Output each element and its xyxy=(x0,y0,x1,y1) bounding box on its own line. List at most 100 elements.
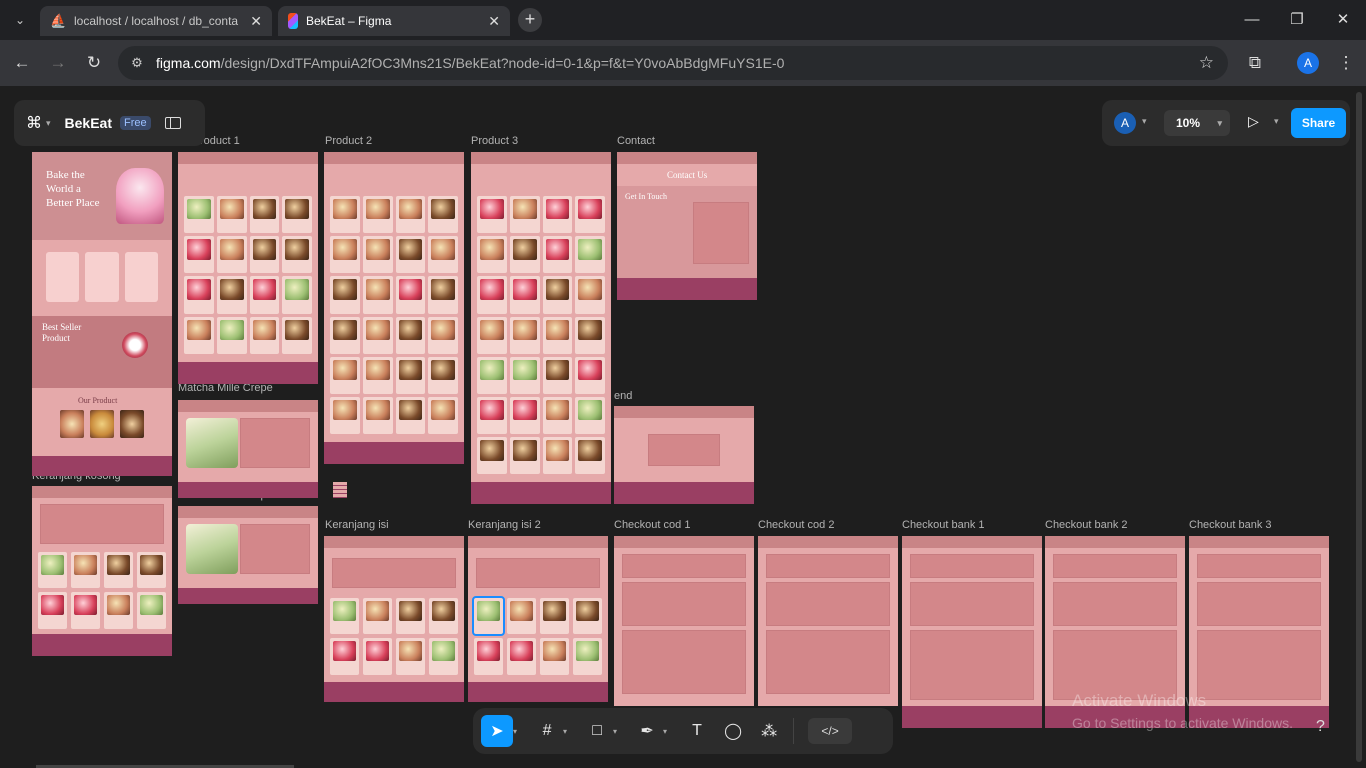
product-card xyxy=(396,598,425,635)
matcha-image xyxy=(186,524,238,574)
chevron-down-icon[interactable]: ▾ xyxy=(613,727,617,736)
browser-tab-bar: ⌄ ⛵ localhost / localhost / db_conta ✕ B… xyxy=(0,0,1366,40)
frame-tool-icon[interactable]: # xyxy=(531,715,563,747)
vertical-scrollbar[interactable] xyxy=(1356,92,1362,762)
extensions-icon[interactable]: ⧉ xyxy=(1243,51,1267,75)
product-card xyxy=(216,196,247,234)
product-card xyxy=(429,598,458,635)
close-icon[interactable]: ✕ xyxy=(250,13,262,30)
close-window-icon[interactable]: ✕ xyxy=(1329,8,1357,32)
matcha-image xyxy=(186,418,238,468)
frame-footer xyxy=(32,634,172,656)
chevron-down-icon[interactable]: ▾ xyxy=(1274,116,1279,127)
back-icon[interactable]: ← xyxy=(10,51,34,75)
pen-tool-icon[interactable]: ✒ xyxy=(631,715,663,747)
tab-phpmyadmin[interactable]: ⛵ localhost / localhost / db_conta ✕ xyxy=(40,6,272,36)
frame-label[interactable]: Checkout bank 1 xyxy=(902,519,985,531)
frame-end[interactable] xyxy=(614,406,754,504)
message-form xyxy=(693,202,749,264)
frame-home[interactable]: Bake the World a Better Place Best Selle… xyxy=(32,152,172,476)
rectangle-tool-icon[interactable]: □ xyxy=(581,715,613,747)
product-card xyxy=(184,316,214,354)
frame-label[interactable]: Keranjang isi xyxy=(325,519,389,531)
frame-cart-filled[interactable] xyxy=(324,536,464,702)
url-text: figma.com/design/DxdTFAmpuiA2fOC3Mns21S/… xyxy=(156,55,784,71)
frame-header xyxy=(614,406,754,418)
figma-menu-icon[interactable]: ⌘ xyxy=(26,113,42,133)
frame-label[interactable]: Contact xyxy=(617,135,655,147)
product-card xyxy=(216,236,247,274)
frame-product-2[interactable] xyxy=(324,152,464,464)
frame-matcha-2[interactable] xyxy=(178,506,318,604)
dev-mode-toggle[interactable]: </> xyxy=(808,718,853,744)
tab-figma[interactable]: BekEat – Figma ✕ xyxy=(278,6,510,36)
chevron-down-icon[interactable]: ▾ xyxy=(513,727,517,736)
product-card-selected[interactable] xyxy=(472,595,505,637)
text-tool-icon[interactable]: T xyxy=(681,715,713,747)
frame-label[interactable]: Product 2 xyxy=(325,135,372,147)
frame-product-3[interactable] xyxy=(471,152,611,504)
contact-title: Contact Us xyxy=(667,170,708,180)
frame-label[interactable]: Checkout cod 2 xyxy=(758,519,834,531)
frame-label[interactable]: end xyxy=(614,390,632,402)
move-tool-icon[interactable]: ➤ xyxy=(481,715,513,747)
chevron-down-icon[interactable]: ▾ xyxy=(46,118,51,129)
toggle-sidebar-icon[interactable] xyxy=(164,117,181,129)
frame-label[interactable]: roduct 1 xyxy=(200,135,240,147)
menu-kebab-icon[interactable]: ⋮ xyxy=(1334,51,1358,75)
present-play-icon[interactable]: ▷ xyxy=(1248,113,1259,130)
frame-label[interactable]: Checkout cod 1 xyxy=(614,519,690,531)
product-card xyxy=(477,236,507,274)
actions-tool-icon[interactable]: ⁂ xyxy=(753,715,785,747)
url-path: /design/DxdTFAmpuiA2fOC3Mns21S/BekEat?no… xyxy=(220,55,785,71)
file-name[interactable]: BekEat xyxy=(65,115,112,131)
maximize-icon[interactable]: ❐ xyxy=(1283,8,1311,32)
small-component[interactable] xyxy=(333,482,347,498)
chevron-down-icon[interactable]: ▾ xyxy=(563,727,567,736)
product-card xyxy=(573,638,602,675)
product-card xyxy=(216,276,247,314)
product-card xyxy=(249,196,280,234)
site-info-icon[interactable]: ⚙ xyxy=(126,55,148,71)
frame-footer xyxy=(468,682,608,702)
frame-checkout-cod-2[interactable] xyxy=(758,536,898,706)
forward-icon[interactable]: → xyxy=(46,51,70,75)
frame-checkout-bank-1[interactable] xyxy=(902,536,1042,728)
frame-contact[interactable]: Contact Us Get In Touch xyxy=(617,152,757,300)
frame-product-1[interactable] xyxy=(178,152,318,384)
reload-icon[interactable]: ↻ xyxy=(82,51,106,75)
url-input[interactable]: ⚙ figma.com/design/DxdTFAmpuiA2fOC3Mns21… xyxy=(118,46,1228,80)
chevron-down-icon[interactable]: ▾ xyxy=(663,727,667,736)
frame-label[interactable]: Checkout bank 3 xyxy=(1189,519,1272,531)
frame-checkout-cod-1[interactable] xyxy=(614,536,754,706)
chevron-down-icon[interactable]: ▾ xyxy=(1142,116,1147,127)
share-button[interactable]: Share xyxy=(1291,108,1346,138)
tab-search-icon[interactable]: ⌄ xyxy=(10,10,30,30)
product-thumbs xyxy=(60,410,144,438)
product-card xyxy=(104,552,133,589)
plan-badge[interactable]: Free xyxy=(120,116,151,130)
product-card xyxy=(509,276,540,314)
figma-canvas[interactable]: roduct 1 Product 2 Product 3 Contact Mat… xyxy=(0,86,1366,768)
bookmark-star-icon[interactable]: ☆ xyxy=(1199,53,1214,73)
minimize-icon[interactable]: — xyxy=(1238,8,1266,32)
new-tab-button[interactable]: + xyxy=(518,8,542,32)
frame-cart-filled-2[interactable] xyxy=(468,536,608,702)
frame-label[interactable]: Checkout bank 2 xyxy=(1045,519,1128,531)
frame-cart-empty[interactable] xyxy=(32,486,172,656)
frame-matcha-1[interactable] xyxy=(178,400,318,498)
zoom-dropdown[interactable]: 10% ▾ xyxy=(1164,110,1230,136)
product-card xyxy=(38,552,67,589)
user-avatar[interactable]: A xyxy=(1114,112,1136,134)
product-card xyxy=(428,316,458,354)
help-button[interactable]: ? xyxy=(1316,718,1325,736)
address-box xyxy=(910,554,1034,578)
close-icon[interactable]: ✕ xyxy=(488,13,500,30)
profile-avatar[interactable]: A xyxy=(1297,52,1319,74)
product-card xyxy=(330,196,360,234)
product-card xyxy=(362,236,393,274)
tab-title: localhost / localhost / db_conta xyxy=(74,14,239,28)
frame-label[interactable]: Keranjang isi 2 xyxy=(468,519,541,531)
comment-tool-icon[interactable]: ◯ xyxy=(717,715,749,747)
frame-label[interactable]: Product 3 xyxy=(471,135,518,147)
